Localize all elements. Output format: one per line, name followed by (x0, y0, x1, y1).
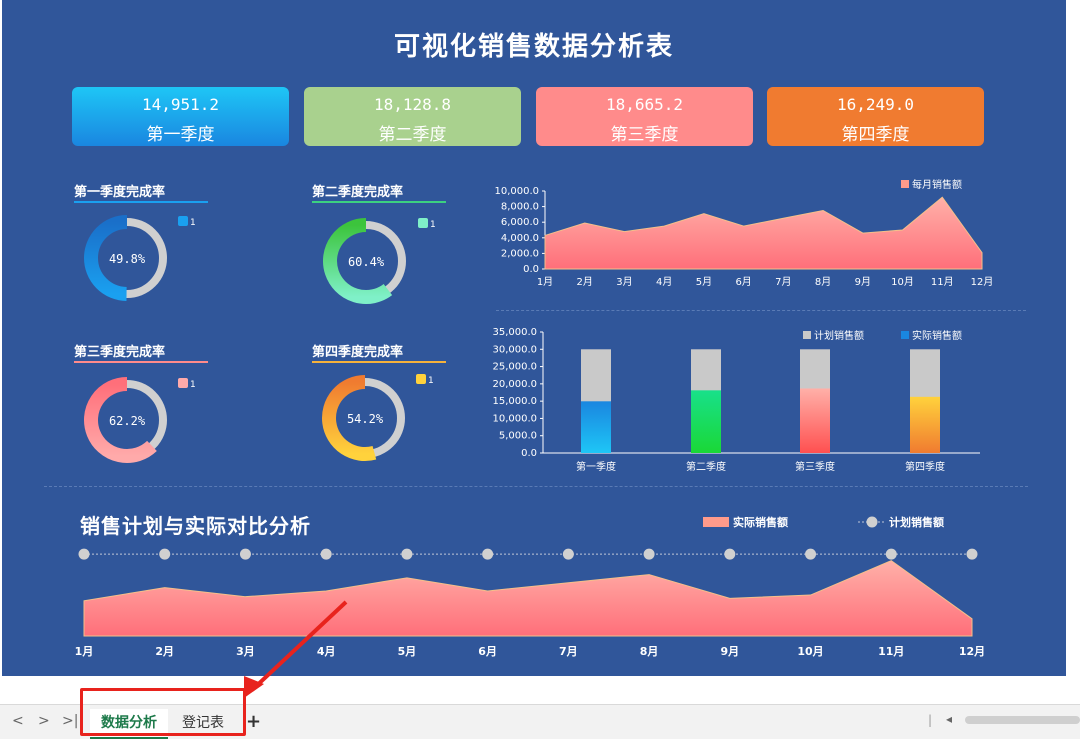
donut-percent-label: 62.2% (109, 414, 146, 428)
y-tick-label: 30,000.0 (492, 344, 537, 355)
donut-legend-swatch (178, 378, 188, 388)
legend-swatch (901, 180, 909, 188)
donut-legend-label: 1 (190, 218, 196, 228)
x-tick-label: 11月 (878, 645, 904, 658)
plan-point (159, 548, 171, 560)
horizontal-scrollbar[interactable] (965, 716, 1080, 724)
x-tick-label: 第四季度 (905, 460, 945, 473)
divider (44, 486, 1028, 487)
x-tick-label: 1月 (75, 645, 94, 658)
x-tick-label: 10月 (797, 645, 823, 658)
divider (496, 310, 1026, 311)
actual-bar (800, 388, 830, 453)
prev-sheet-icon[interactable]: < (12, 713, 24, 729)
y-tick-label: 0.0 (521, 448, 537, 459)
plan-point (401, 548, 413, 560)
legend-label: 计划销售额 (889, 515, 944, 529)
x-tick-label: 7月 (775, 276, 791, 288)
actual-bar (691, 390, 721, 453)
add-sheet-icon[interactable]: + (246, 711, 261, 732)
y-tick-label: 4,000.0 (501, 233, 539, 244)
donut-legend-swatch (418, 218, 428, 228)
legend-label: 计划销售额 (814, 329, 864, 342)
dashboard-area: 可视化销售数据分析表 14,951.2 第一季度 18,128.8 第二季度 1… (2, 0, 1066, 676)
last-sheet-icon[interactable]: >| (62, 713, 78, 729)
y-tick-label: 10,000.0 (494, 186, 539, 197)
legend-marker (866, 516, 878, 528)
x-tick-label: 5月 (398, 645, 417, 658)
plan-point (805, 548, 817, 560)
y-tick-label: 0.0 (523, 264, 539, 275)
x-tick-label: 第二季度 (686, 460, 726, 473)
plan-point (239, 548, 251, 560)
plan-point (78, 548, 90, 560)
y-tick-label: 6,000.0 (501, 217, 539, 228)
x-tick-label: 第一季度 (576, 460, 616, 473)
scroll-left-icon[interactable]: ◂ (946, 712, 952, 726)
x-tick-label: 9月 (855, 276, 871, 288)
donut-legend-label: 1 (190, 380, 196, 390)
x-tick-label: 2月 (155, 645, 174, 658)
y-tick-label: 8,000.0 (501, 202, 539, 213)
x-tick-label: 第三季度 (795, 460, 835, 473)
x-tick-label: 11月 (931, 276, 954, 288)
x-tick-label: 4月 (317, 645, 336, 658)
x-tick-label: 8月 (815, 276, 831, 288)
legend-label: 实际销售额 (733, 515, 788, 529)
x-tick-label: 3月 (616, 276, 632, 288)
x-tick-label: 1月 (537, 276, 553, 288)
series-area-actual (83, 560, 973, 637)
monthly-sales-chart: 0.0 2,000.0 4,000.0 6,000.0 8,000.0 10,000.0 1… (494, 178, 992, 288)
actual-bar (581, 401, 611, 453)
legend-label: 每月销售额 (912, 178, 962, 191)
highlight-box (80, 688, 246, 736)
donut-percent-label: 54.2% (347, 412, 384, 426)
x-tick-label: 6月 (478, 645, 497, 658)
plan-point (482, 548, 494, 560)
scroll-divider: | (928, 713, 933, 727)
series-area-monthly (544, 196, 983, 270)
donut-legend-swatch (178, 216, 188, 226)
legend-swatch (803, 331, 811, 339)
x-tick-label: 12月 (959, 645, 985, 658)
x-tick-label: 6月 (735, 276, 751, 288)
next-sheet-icon[interactable]: > (38, 713, 50, 729)
x-tick-label: 8月 (640, 645, 659, 658)
y-tick-label: 15,000.0 (492, 396, 537, 407)
plan-point (643, 548, 655, 560)
legend-swatch (703, 517, 729, 527)
x-tick-label: 5月 (696, 276, 712, 288)
x-tick-label: 12月 (971, 276, 992, 288)
plan-point (320, 548, 332, 560)
y-tick-label: 25,000.0 (492, 362, 537, 373)
y-tick-label: 5,000.0 (499, 431, 537, 442)
plan-point (724, 548, 736, 560)
y-tick-label: 2,000.0 (501, 248, 539, 259)
plan-point (966, 548, 978, 560)
legend-label: 实际销售额 (912, 329, 962, 342)
y-tick-label: 10,000.0 (492, 413, 537, 424)
plan-point (885, 548, 897, 560)
x-tick-label: 9月 (720, 645, 739, 658)
donut-percent-label: 49.8% (109, 252, 146, 266)
donut-legend-label: 1 (430, 220, 436, 230)
plan-point (562, 548, 574, 560)
donut-legend-swatch (416, 374, 426, 384)
donut-percent-label: 60.4% (348, 255, 385, 269)
actual-bar (910, 396, 940, 453)
x-tick-label: 10月 (891, 276, 914, 288)
plan-vs-actual-bar-chart: 0.0 5,000.0 10,000.0 15,000.0 20,000.0 25,000… (492, 327, 980, 473)
x-tick-label: 7月 (559, 645, 578, 658)
x-tick-label: 4月 (656, 276, 672, 288)
x-tick-label: 2月 (577, 276, 593, 288)
comparison-area-chart: 1月 2月 3月 4月 5月 6月 7月 8月 9月 10月 11月 12月 实际销售额 计划销售额 (75, 515, 985, 658)
legend-swatch (901, 331, 909, 339)
donut-legend-label: 1 (428, 376, 434, 386)
x-tick-label: 3月 (236, 645, 255, 658)
y-tick-label: 35,000.0 (492, 327, 537, 338)
y-tick-label: 20,000.0 (492, 379, 537, 390)
